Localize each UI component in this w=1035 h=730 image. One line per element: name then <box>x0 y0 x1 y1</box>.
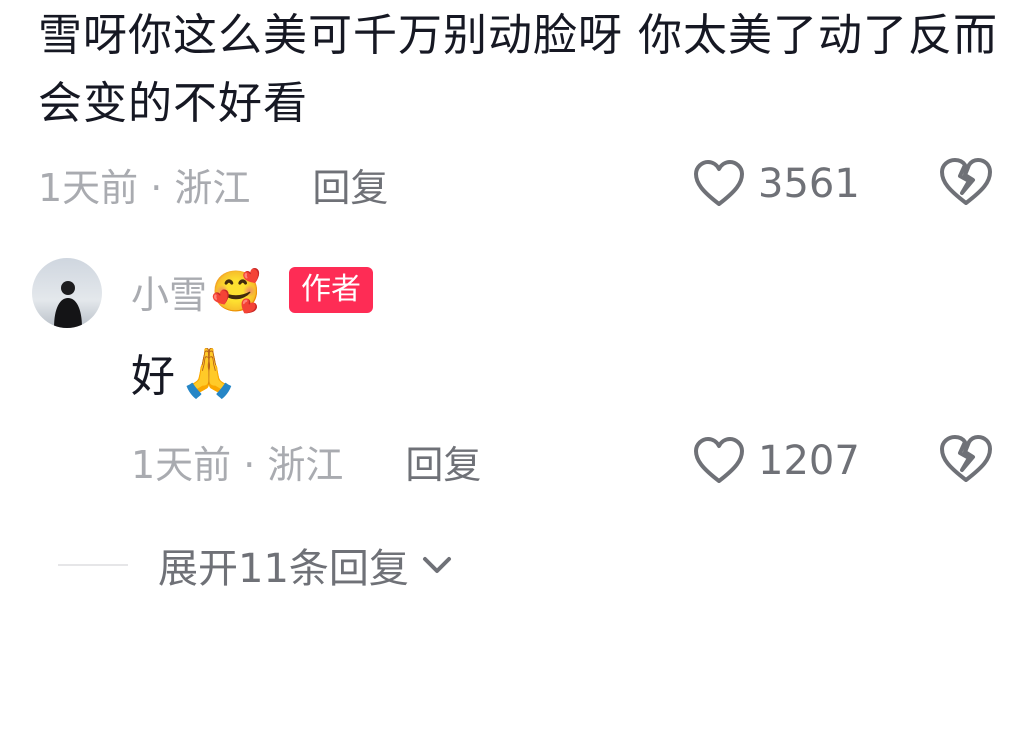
broken-heart-icon[interactable] <box>938 433 994 485</box>
author-badge: 作者 <box>289 267 373 313</box>
heart-outline-icon <box>694 437 744 483</box>
comment-time-location: 1天前 · 浙江 <box>38 165 251 210</box>
reply-author-name: 小雪 <box>131 273 208 317</box>
expand-divider <box>58 564 128 566</box>
reply-text-content: 好 <box>131 351 175 402</box>
broken-heart-icon[interactable] <box>938 156 994 208</box>
comment-reply-button[interactable]: 回复 <box>312 157 388 212</box>
reply-author[interactable]: 小雪 🥰 <box>131 264 261 319</box>
reply-reply-button[interactable]: 回复 <box>405 434 481 489</box>
reply-like-count: 1207 <box>758 438 860 484</box>
comment-text: 雪呀你这么美可千万别动脸呀 你太美了动了反而会变的不好看 <box>38 10 998 129</box>
reply-meta: 1天前 · 浙江 回复 <box>131 433 481 489</box>
avatar[interactable] <box>32 258 102 328</box>
reply-text: 好 🙏 <box>131 340 239 404</box>
chevron-down-icon <box>422 557 451 573</box>
expand-replies-label: 展开11条回复 <box>158 546 409 592</box>
folded-hands-icon: 🙏 <box>179 344 239 401</box>
expand-replies-button[interactable]: 展开11条回复 <box>58 537 457 593</box>
heart-outline-icon <box>694 160 744 206</box>
reply-like-button[interactable]: 1207 <box>692 433 860 489</box>
avatar-image <box>32 258 102 328</box>
comment-meta: 1天前 · 浙江 回复 <box>38 156 388 212</box>
comment-like-count: 3561 <box>758 161 860 207</box>
reply-time-location: 1天前 · 浙江 <box>131 442 344 487</box>
smiling-face-hearts-icon: 🥰 <box>211 269 261 315</box>
comment-like-button[interactable]: 3561 <box>692 156 860 212</box>
